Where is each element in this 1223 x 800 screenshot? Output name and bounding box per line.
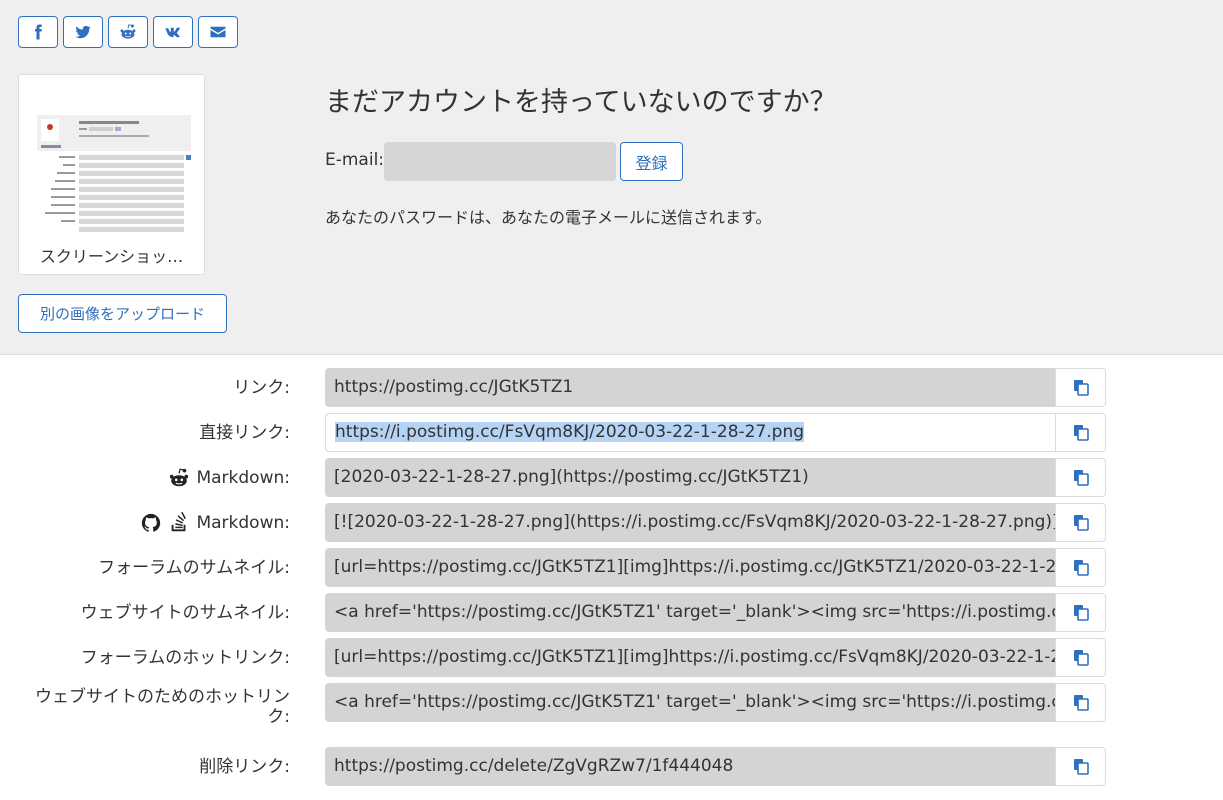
vk-share-button[interactable] (153, 16, 193, 48)
copy-button[interactable] (1055, 368, 1106, 407)
delete-link-row: 削除リンク: https://postimg.cc/delete/ZgVgRZw… (0, 747, 1223, 786)
top-panel: スクリーンショッ… 別の画像をアップロード まだアカウントを持っていないのですか… (0, 0, 1223, 355)
share-buttons (18, 16, 238, 48)
forum-thumbnail-label: フォーラムのサムネイル: (98, 557, 290, 578)
copy-icon (1073, 425, 1089, 441)
copy-button[interactable] (1055, 638, 1106, 677)
reddit-markdown-row: Markdown: [2020-03-22-1-28-27.png](https… (0, 458, 1223, 497)
direct-link-field[interactable]: https://i.postimg.cc/FsVqm8KJ/2020-03-22… (325, 413, 1056, 452)
upload-another-button[interactable]: 別の画像をアップロード (18, 294, 227, 333)
email-icon (210, 26, 226, 38)
signup-title: まだアカウントを持っていないのですか？ (325, 87, 837, 118)
copy-icon (1073, 650, 1089, 666)
twitter-icon (75, 25, 91, 39)
link-field[interactable]: https://postimg.cc/JGtK5TZ1 (325, 368, 1056, 407)
email-label: E-mail: (325, 150, 385, 170)
email-field[interactable] (384, 142, 616, 181)
copy-icon (1073, 605, 1089, 621)
copy-button[interactable] (1055, 593, 1106, 632)
copy-icon (1073, 695, 1089, 711)
forum-thumbnail-row: フォーラムのサムネイル: [url=https://postimg.cc/JGt… (0, 548, 1223, 587)
delete-link-field[interactable]: https://postimg.cc/delete/ZgVgRZw7/1f444… (325, 747, 1056, 786)
website-hotlink-label: ウェブサイトのためのホットリンク: (35, 686, 290, 727)
register-button[interactable]: 登録 (620, 142, 683, 181)
copy-button[interactable] (1055, 747, 1106, 786)
selected-text: https://i.postimg.cc/FsVqm8KJ/2020-03-22… (335, 422, 805, 442)
copy-button[interactable] (1055, 548, 1106, 587)
reddit-markdown-field[interactable]: [2020-03-22-1-28-27.png](https://postimg… (325, 458, 1056, 497)
copy-icon (1073, 515, 1089, 531)
github-markdown-field[interactable]: [![2020-03-22-1-28-27.png](https://i.pos… (325, 503, 1056, 542)
reddit-markdown-label: Markdown: (10, 458, 290, 497)
facebook-share-button[interactable] (18, 16, 58, 48)
twitter-share-button[interactable] (63, 16, 103, 48)
thumbnail-image (37, 115, 191, 232)
image-thumbnail-card[interactable]: スクリーンショッ… (18, 74, 205, 275)
reddit-share-button[interactable] (108, 16, 148, 48)
thumbnail-caption: スクリーンショッ… (39, 247, 184, 266)
forum-thumbnail-field[interactable]: [url=https://postimg.cc/JGtK5TZ1][img]ht… (325, 548, 1056, 587)
website-hotlink-row: ウェブサイトのためのホットリンク: <a href='https://posti… (0, 683, 1223, 727)
github-markdown-label: Markdown: (10, 503, 290, 542)
copy-button[interactable] (1055, 413, 1106, 452)
copy-icon (1073, 380, 1089, 396)
vk-icon (165, 27, 180, 38)
direct-link-row: 直接リンク: https://i.postimg.cc/FsVqm8KJ/202… (0, 413, 1223, 452)
copy-button[interactable] (1055, 503, 1106, 542)
delete-link-label: 削除リンク: (199, 756, 290, 777)
copy-icon (1073, 560, 1089, 576)
website-thumbnail-field[interactable]: <a href='https://postimg.cc/JGtK5TZ1' ta… (325, 593, 1056, 632)
github-icon (142, 513, 161, 532)
link-label: リンク: (233, 377, 290, 398)
copy-button[interactable] (1055, 683, 1106, 722)
website-thumbnail-label: ウェブサイトのサムネイル: (80, 602, 290, 623)
website-hotlink-field[interactable]: <a href='https://postimg.cc/JGtK5TZ1' ta… (325, 683, 1056, 722)
website-thumbnail-row: ウェブサイトのサムネイル: <a href='https://postimg.c… (0, 593, 1223, 632)
copy-button[interactable] (1055, 458, 1106, 497)
reddit-icon (170, 467, 189, 486)
copy-icon (1073, 759, 1089, 775)
copy-icon (1073, 470, 1089, 486)
github-markdown-row: Markdown: [![2020-03-22-1-28-27.png](htt… (0, 503, 1223, 542)
reddit-icon (120, 24, 136, 39)
stackoverflow-icon (172, 511, 187, 531)
signup-note: あなたのパスワードは、あなたの電子メールに送信されます。 (325, 208, 772, 227)
forum-hotlink-row: フォーラムのホットリンク: [url=https://postimg.cc/JG… (0, 638, 1223, 677)
direct-link-label: 直接リンク: (199, 422, 290, 443)
forum-hotlink-field[interactable]: [url=https://postimg.cc/JGtK5TZ1][img]ht… (325, 638, 1056, 677)
link-row: リンク: https://postimg.cc/JGtK5TZ1 (0, 368, 1223, 407)
forum-hotlink-label: フォーラムのホットリンク: (80, 647, 290, 668)
facebook-icon (35, 24, 42, 40)
email-share-button[interactable] (198, 16, 238, 48)
